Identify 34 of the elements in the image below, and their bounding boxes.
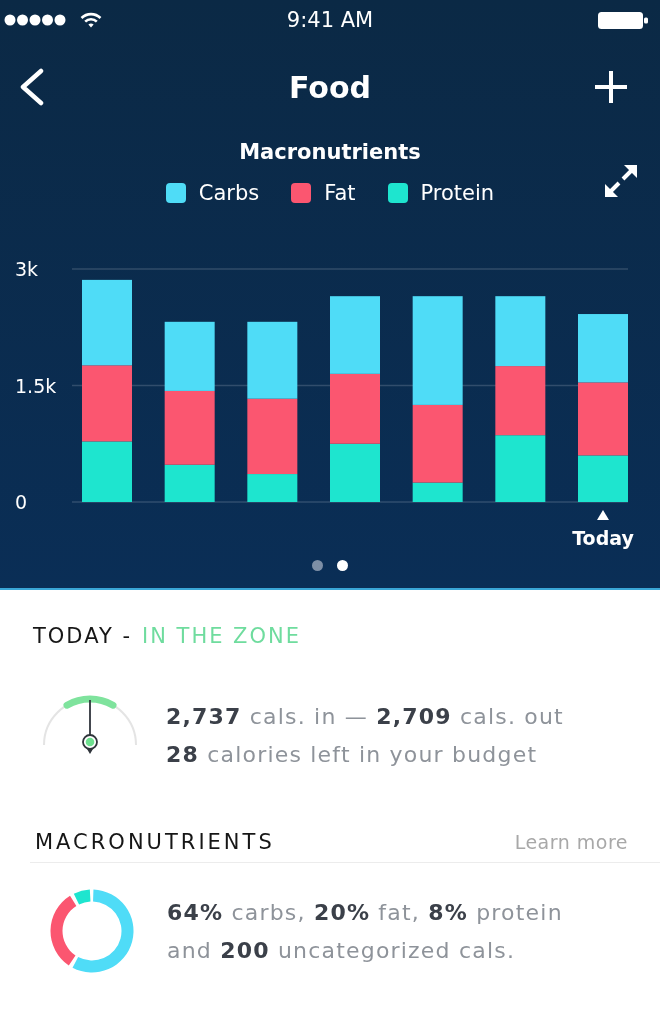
axis-label: 3k	[15, 258, 39, 280]
status-time: 9:41 AM	[286, 8, 374, 32]
bar-segment	[495, 366, 546, 436]
legend-label: Carbs	[198, 181, 260, 205]
zone-status: IN THE ZONE	[142, 623, 302, 649]
section-heading: TODAY -	[33, 623, 132, 649]
screen-title: Food	[289, 69, 371, 105]
bar-segment	[164, 321, 215, 391]
caret-icon	[597, 510, 609, 520]
summary-line: 28 calories left in your budget	[166, 741, 539, 769]
bar-segment	[495, 435, 546, 502]
axis-label: 1.5k	[15, 374, 57, 397]
annotation-label: Today	[572, 527, 634, 549]
section-heading: MACRONUTRIENTS	[35, 829, 275, 856]
page-dot[interactable]	[337, 560, 348, 571]
signal-icon	[4, 14, 66, 26]
axis-label: 0	[15, 491, 28, 513]
bar-segment	[330, 443, 380, 502]
bar-segment	[82, 441, 132, 502]
summary-line: 2,737 cals. in — 2,709 cals. out	[166, 703, 564, 731]
legend-label: Fat	[324, 181, 356, 205]
learn-more-link[interactable]: Learn more	[514, 831, 628, 853]
chart-title: Macronutrients	[239, 139, 421, 166]
page-dot[interactable]	[312, 560, 323, 571]
expand-icon[interactable]	[604, 164, 638, 198]
wifi-icon	[80, 12, 102, 28]
add-icon[interactable]	[594, 70, 628, 104]
bar-segment	[495, 296, 546, 367]
bar-segment	[578, 314, 628, 383]
macro-summary: 64% carbs, 20% fat, 8% protein and 200 uncategorized cals.	[167, 899, 564, 965]
gauge-zone	[63, 695, 117, 709]
legend-label: Protein	[420, 181, 495, 205]
bar-segment	[330, 373, 380, 444]
battery-icon	[598, 11, 648, 29]
